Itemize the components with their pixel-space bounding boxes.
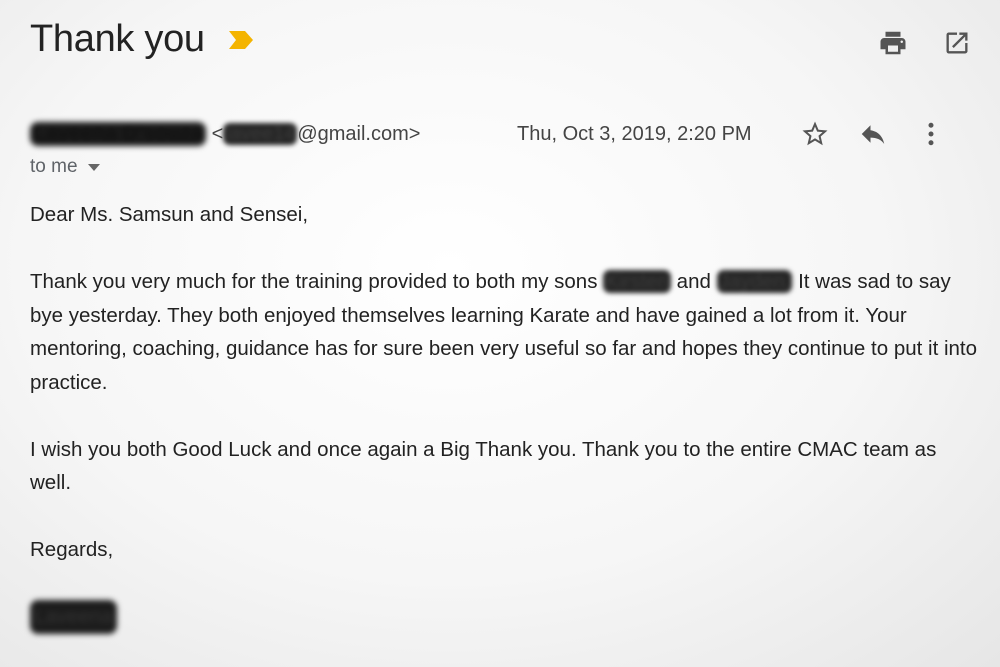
- paragraph-1: Thank you very much for the training pro…: [30, 265, 980, 399]
- recipient-details-toggle[interactable]: to me: [30, 156, 100, 178]
- chevron-down-icon: [87, 163, 100, 171]
- sender-email-open: <: [211, 122, 224, 145]
- more-button[interactable]: [916, 119, 946, 149]
- print-button[interactable]: [878, 28, 908, 58]
- sender-email: < lavee14 @gmail.com>: [211, 122, 421, 146]
- sender-row: Laveena D'souza < lavee14 @gmail.com> Thu,…: [30, 118, 975, 150]
- message-body: Dear Ms. Samsun and Sensei, Thank you ve…: [30, 198, 980, 634]
- more-vertical-icon: [928, 122, 934, 146]
- signature: Laveena: [30, 600, 117, 634]
- star-icon: [802, 121, 828, 146]
- to-label: to me: [30, 156, 78, 177]
- redacted-name-1: Kirsten: [603, 270, 671, 293]
- message-actions: [800, 119, 946, 149]
- sender-email-domain: @gmail.com>: [297, 122, 421, 145]
- importance-marker-icon[interactable]: [227, 29, 255, 51]
- sender-name[interactable]: Laveena D'souza: [30, 122, 206, 146]
- closing: Regards,: [30, 538, 114, 561]
- para1-a: Thank you very much for the training pro…: [30, 270, 604, 293]
- star-button[interactable]: [800, 119, 830, 149]
- open-in-new-window-button[interactable]: [942, 28, 972, 58]
- redacted-name-2: Jayden.: [716, 270, 793, 293]
- open-in-new-window-icon: [946, 32, 968, 54]
- greeting: Dear Ms. Samsun and Sensei,: [30, 203, 309, 226]
- print-icon: [880, 31, 906, 55]
- para1-b: and: [670, 270, 717, 293]
- paragraph-2: I wish you both Good Luck and once again…: [30, 437, 937, 495]
- reply-icon: [861, 125, 885, 144]
- top-actions: [878, 28, 972, 58]
- email-subject: Thank you: [30, 18, 205, 60]
- timestamp: Thu, Oct 3, 2019, 2:20 PM: [517, 122, 752, 145]
- sender-email-user: lavee14: [223, 122, 298, 145]
- reply-button[interactable]: [858, 119, 888, 149]
- subject-header: Thank you: [30, 18, 255, 61]
